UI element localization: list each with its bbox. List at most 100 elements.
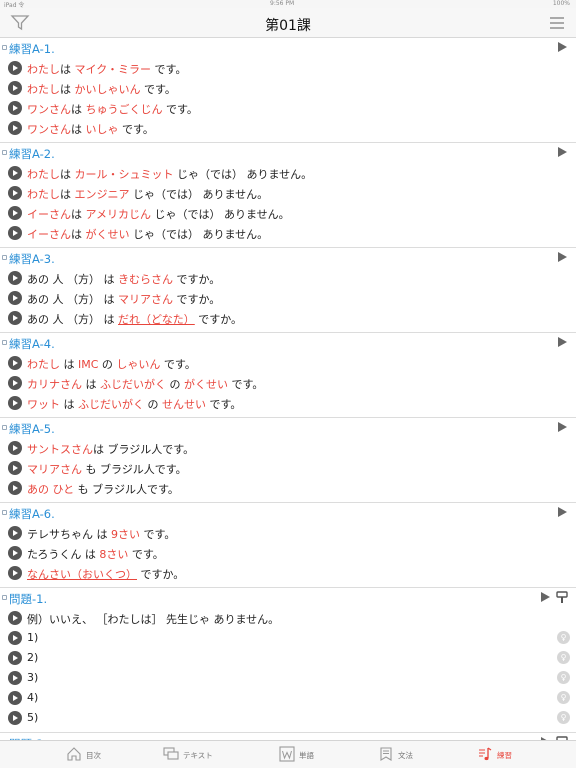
play-all-icon[interactable]: [558, 337, 567, 347]
play-icon[interactable]: [8, 651, 22, 665]
substitution-text: カリナさん: [27, 378, 82, 391]
play-icon[interactable]: [8, 81, 22, 95]
sentence-row[interactable]: わたしは カール・シュミット じゃ（では） ありません。: [0, 164, 576, 184]
sentence-row[interactable]: わたしは エンジニア じゃ（では） ありません。: [0, 184, 576, 204]
play-all-icon[interactable]: [541, 592, 550, 602]
play-all-icon[interactable]: [558, 507, 567, 517]
sentence-row[interactable]: イーさんは がくせい じゃ（では） ありません。: [0, 224, 576, 244]
sentence-text: カリナさん は ふじだいがく の がくせい です。: [27, 376, 263, 392]
sentence-text: わたしは エンジニア じゃ（では） ありません。: [27, 186, 268, 202]
sentence-row[interactable]: イーさんは アメリカじん じゃ（では） ありません。: [0, 204, 576, 224]
answer-key-icon[interactable]: [556, 591, 568, 604]
play-icon[interactable]: [8, 631, 22, 645]
fixed-text: じゃ（では） ありません。: [173, 168, 313, 181]
play-icon[interactable]: [8, 611, 22, 625]
substitution-text: わたし: [27, 83, 60, 96]
tab-bar: 目次 テキスト 単語 文法 練習: [0, 740, 576, 768]
sentence-row[interactable]: サントスさんは ブラジル人です。: [0, 439, 576, 459]
fixed-text: です。: [140, 528, 176, 541]
sentence-row[interactable]: ワンさんは ちゅうごくじん です。: [0, 99, 576, 119]
play-icon[interactable]: [8, 186, 22, 200]
play-icon[interactable]: [8, 291, 22, 305]
substitution-text: 9さい: [111, 528, 140, 541]
sentence-row[interactable]: カリナさん は ふじだいがく の がくせい です。: [0, 374, 576, 394]
play-icon[interactable]: [8, 61, 22, 75]
fixed-text: テレサちゃん は: [27, 528, 111, 541]
play-icon[interactable]: [8, 461, 22, 475]
sentence-row[interactable]: 1) ♀: [0, 629, 576, 649]
sentence-row[interactable]: ワンさんは いしゃ です。: [0, 119, 576, 139]
play-icon[interactable]: [8, 206, 22, 220]
sentence-row[interactable]: ワット は ふじだいがく の せんせい です。: [0, 394, 576, 414]
sentence-text: わたし は IMC の しゃいん です。: [27, 356, 196, 372]
sentence-row[interactable]: あの 人 （方） は マリアさん ですか。: [0, 289, 576, 309]
section-header: 練習A-3.: [0, 248, 576, 269]
play-icon[interactable]: [8, 546, 22, 560]
play-icon[interactable]: [8, 481, 22, 495]
section-header: 練習A-1.: [0, 38, 576, 59]
sentence-row[interactable]: たろうくん は 8さい です。: [0, 544, 576, 564]
sentence-row[interactable]: わたし は IMC の しゃいん です。: [0, 354, 576, 374]
fixed-text: も ブラジル人です。: [74, 483, 179, 496]
fixed-text: は: [60, 63, 75, 76]
sentence-row[interactable]: あの 人 （方） は きむらさん ですか。: [0, 269, 576, 289]
sentence-row[interactable]: 5) ♀: [0, 709, 576, 729]
sentence-text: わたしは マイク・ミラー です。: [27, 61, 186, 77]
play-icon[interactable]: [8, 226, 22, 240]
play-all-icon[interactable]: [558, 252, 567, 262]
sentence-row[interactable]: 例）いいえ、 ［わたしは］ 先生じゃ ありません。: [0, 609, 576, 629]
play-icon[interactable]: [8, 101, 22, 115]
hint-bulb-icon[interactable]: ♀: [557, 631, 570, 644]
play-icon[interactable]: [8, 711, 22, 725]
play-icon[interactable]: [8, 166, 22, 180]
sentence-row[interactable]: わたしは かいしゃいん です。: [0, 79, 576, 99]
sentence-row[interactable]: 3) ♀: [0, 669, 576, 689]
play-icon[interactable]: [8, 271, 22, 285]
sentence-text: あの 人 （方） は マリアさん ですか。: [27, 291, 220, 307]
substitution-text: ちゅうごくじん: [85, 103, 163, 116]
sentence-row[interactable]: 2) ♀: [0, 649, 576, 669]
play-icon[interactable]: [8, 356, 22, 370]
section-header: 練習A-4.: [0, 333, 576, 354]
play-icon[interactable]: [8, 671, 22, 685]
home-icon: [67, 747, 81, 761]
fixed-text: です。: [151, 63, 187, 76]
sentence-row[interactable]: なんさい（おいくつ） ですか。: [0, 564, 576, 584]
fixed-text: の: [166, 378, 184, 391]
play-icon[interactable]: [8, 396, 22, 410]
hint-bulb-icon[interactable]: ♀: [557, 651, 570, 664]
play-all-icon[interactable]: [558, 147, 567, 157]
play-icon[interactable]: [8, 566, 22, 580]
fixed-text: じゃ（では） ありません。: [129, 228, 269, 241]
play-icon[interactable]: [8, 441, 22, 455]
fixed-text: も ブラジル人です。: [82, 463, 187, 476]
battery-text: 100%: [552, 0, 570, 7]
play-all-icon[interactable]: [558, 42, 567, 52]
tab-label: 単語: [299, 751, 314, 760]
section-header: 練習A-2.: [0, 143, 576, 164]
menu-icon[interactable]: [550, 16, 564, 30]
hint-bulb-icon[interactable]: ♀: [557, 671, 570, 684]
play-icon[interactable]: [8, 526, 22, 540]
hint-bulb-icon[interactable]: ♀: [557, 711, 570, 724]
play-icon[interactable]: [8, 691, 22, 705]
play-icon[interactable]: [8, 311, 22, 325]
sentence-row[interactable]: マリアさん も ブラジル人です。: [0, 459, 576, 479]
fixed-text: は ブラジル人です。: [93, 443, 195, 456]
exercise-section: 練習A-4. わたし は IMC の しゃいん です。カリナさん は ふじだいがく…: [0, 333, 576, 418]
substitution-text: ワンさん: [27, 103, 71, 116]
exercise-list[interactable]: 練習A-1. わたしは マイク・ミラー です。 わたしは かいしゃいん です。 ワンさ…: [0, 38, 576, 740]
sentence-row[interactable]: 4) ♀: [0, 689, 576, 709]
section-marker-icon: [2, 150, 7, 155]
sentence-row[interactable]: あの 人 （方） は だれ（どなた） ですか。: [0, 309, 576, 329]
sentence-row[interactable]: テレサちゃん は 9さい です。: [0, 524, 576, 544]
hint-bulb-icon[interactable]: ♀: [557, 691, 570, 704]
fixed-text: 3): [27, 671, 39, 684]
sentence-row[interactable]: あの ひと も ブラジル人です。: [0, 479, 576, 499]
tab-label: テキスト: [183, 751, 213, 760]
play-all-icon[interactable]: [558, 422, 567, 432]
section-marker-icon: [2, 340, 7, 345]
sentence-row[interactable]: わたしは マイク・ミラー です。: [0, 59, 576, 79]
play-icon[interactable]: [8, 376, 22, 390]
play-icon[interactable]: [8, 121, 22, 135]
